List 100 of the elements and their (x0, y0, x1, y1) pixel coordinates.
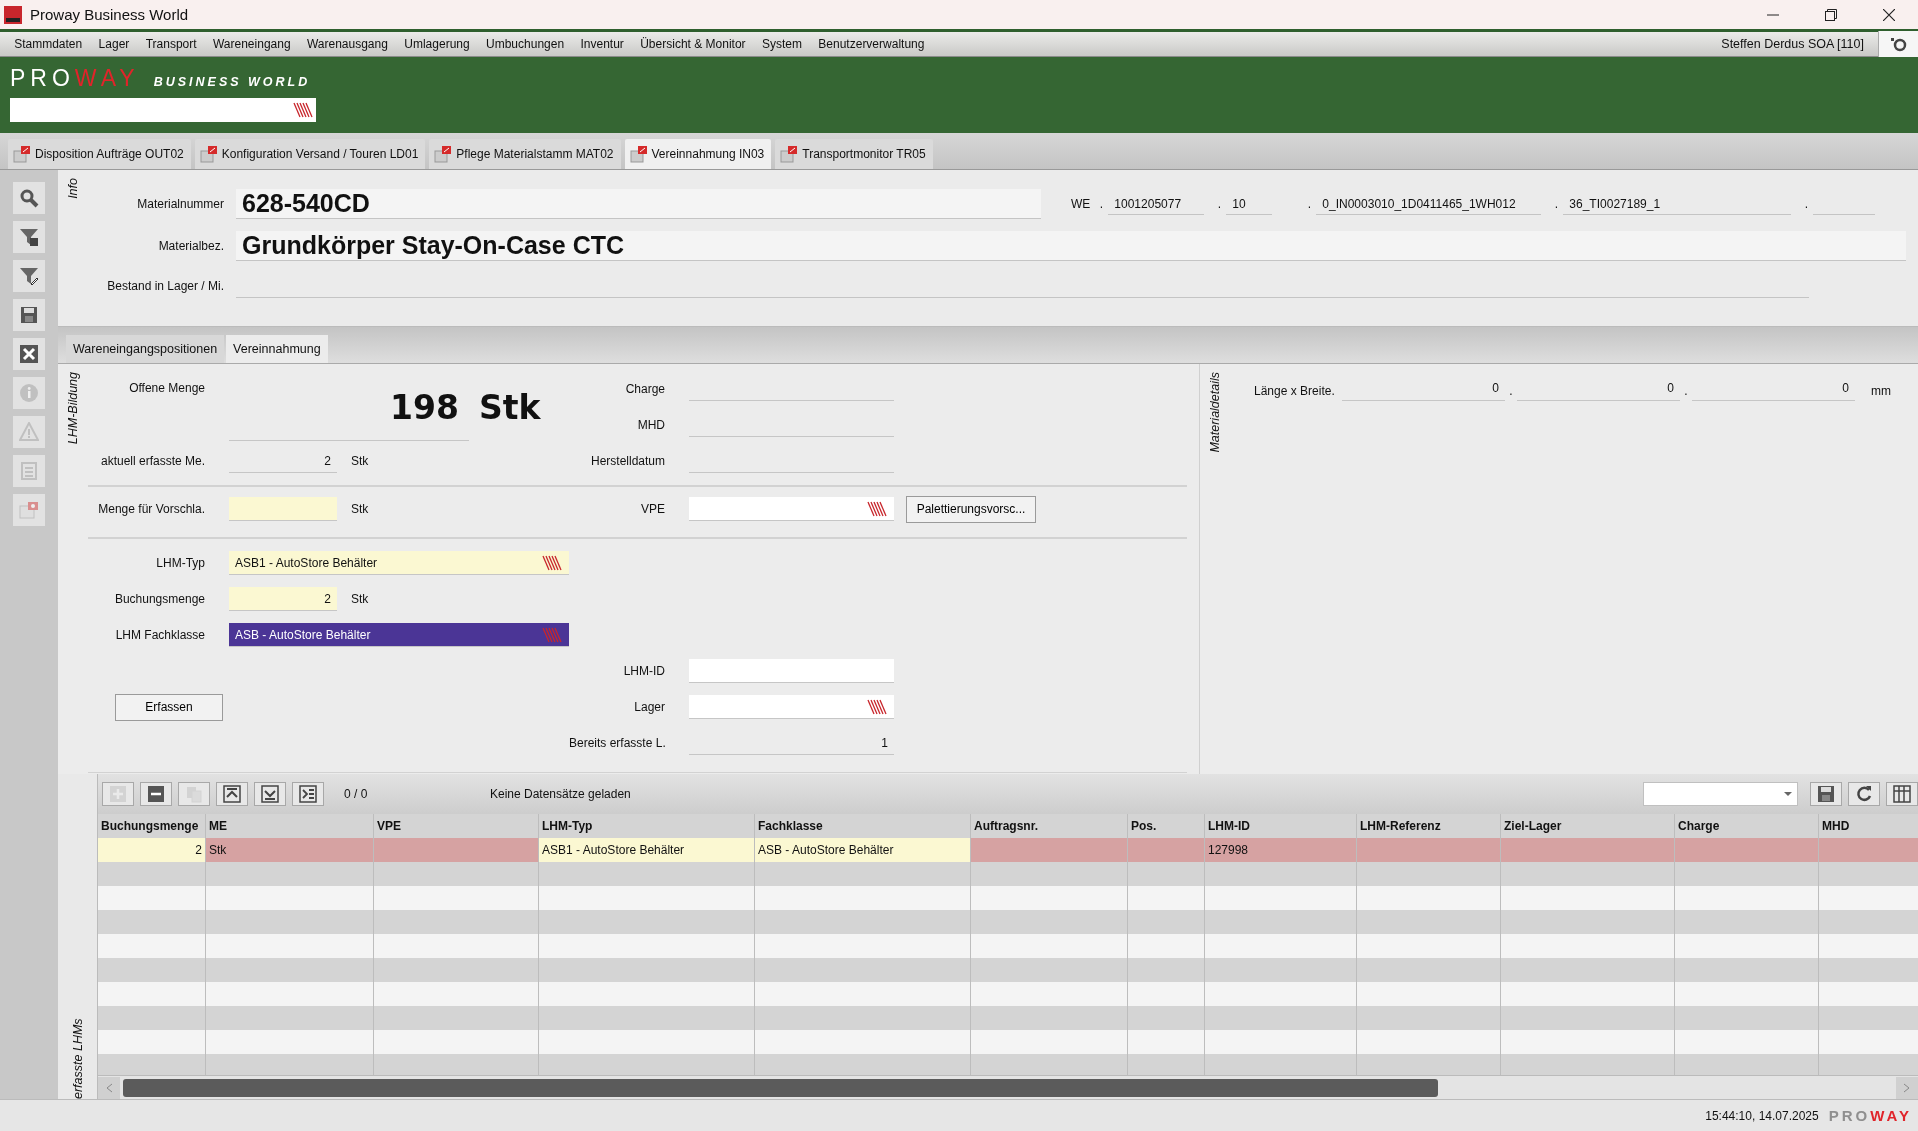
document-tab[interactable]: Pflege Materialstamm MAT02 (429, 139, 621, 169)
menu-item[interactable]: System (753, 37, 811, 51)
document-tab[interactable]: Disposition Aufträge OUT02 (8, 139, 191, 169)
document-tab[interactable]: Vereinnahmung IN03 (624, 139, 772, 169)
toolbar-button[interactable] (13, 338, 45, 370)
logo-text: WAY (74, 65, 140, 92)
pallet-button[interactable]: Palettierungsvorsc... (906, 495, 1036, 523)
toolbar-button[interactable] (1810, 782, 1842, 806)
menu-item[interactable]: Inventur (572, 37, 632, 51)
window-title: Proway Business World (30, 6, 189, 23)
input-field: 1001205077 (1108, 193, 1205, 215)
status-time: 15:44:10, 14.07.2025 (1705, 1108, 1819, 1123)
input-field: 2 (229, 449, 337, 473)
field-label: aktuell erfasste Me. (99, 454, 206, 468)
menu-item[interactable]: Wareneingang (204, 37, 299, 51)
input-field: 0 (1517, 381, 1680, 401)
field-label: Länge x Breite. (1253, 384, 1336, 398)
chevron-right-icon (1903, 1082, 1911, 1093)
close-icon (1883, 8, 1895, 21)
field-label: MHD (636, 418, 666, 432)
section-label: Materialdetails (1208, 372, 1222, 453)
unit-label: Stk (351, 502, 369, 516)
input-field: 1 (689, 731, 894, 755)
field-label: Bereits erfasste L. (569, 736, 667, 750)
toolbar-button[interactable] (1886, 782, 1918, 806)
field-label: Materialnummer (136, 197, 225, 211)
field-label: LHM-Typ (155, 556, 206, 570)
menu-item[interactable]: Lager (90, 37, 138, 51)
field-label: VPE (640, 502, 666, 516)
menu-item[interactable]: Umbuchungen (477, 37, 573, 51)
toolbar-button[interactable] (13, 182, 45, 214)
section-label: erfasste LHMs (70, 1017, 85, 1099)
search-field[interactable] (10, 98, 316, 122)
toolbar-button[interactable] (216, 782, 248, 806)
document-icon (434, 145, 453, 163)
toolbar-button[interactable] (292, 782, 324, 806)
material-number-field: 628-540CD (236, 189, 1041, 219)
document-icon (199, 145, 218, 163)
menu-item[interactable]: Umlagerung (396, 37, 478, 51)
material-name-field: Grundkörper Stay-On-Case CTC (236, 231, 1906, 261)
toolbar-button[interactable] (13, 221, 45, 253)
unit-label: mm (1871, 384, 1891, 398)
document-icon (13, 145, 31, 163)
toolbar-button[interactable] (1848, 782, 1880, 806)
caret-icon (1783, 791, 1793, 797)
separator-text: . (1508, 384, 1514, 398)
dropdown-field[interactable] (689, 695, 894, 719)
section-label: LHM-Bildung (66, 372, 80, 445)
separator-text: . (1098, 197, 1104, 211)
logo-tagline: BUSINESS WORLD (153, 75, 311, 89)
capture-button[interactable]: Erfassen (115, 693, 223, 721)
field-label: Materialbez. (157, 239, 225, 253)
scrollbar[interactable] (98, 1075, 1918, 1099)
section-label: Info (66, 178, 80, 199)
status-message: Keine Datensätze geladen (490, 787, 632, 801)
toolbar-button[interactable] (13, 299, 45, 331)
field-label: LHM Fachklasse (114, 628, 206, 642)
tab[interactable]: Wareneingangspositionen (66, 335, 225, 363)
restore-icon (1825, 8, 1837, 21)
ring-icon (1888, 36, 1909, 52)
table-cell: ASB - AutoStore Behälter (755, 838, 971, 862)
minimize-icon (1767, 13, 1779, 16)
dropdown-field[interactable] (1643, 782, 1798, 806)
toolbar-button[interactable] (140, 782, 172, 806)
input-field: 0 (1692, 381, 1855, 401)
menu-item[interactable]: Übersicht & Monitor (632, 37, 754, 51)
chevron-left-icon (105, 1082, 113, 1093)
dropdown-field[interactable] (689, 497, 894, 521)
logo-text: PRO (1828, 1107, 1871, 1124)
stripes-icon (292, 102, 314, 118)
table-cell: Stk (206, 838, 374, 862)
input-field[interactable]: 2 (229, 587, 337, 611)
table-cell: 127998 (1205, 838, 1357, 862)
input-field: 0 (1342, 381, 1505, 401)
document-tab[interactable]: Konfiguration Versand / Touren LD01 (194, 139, 426, 169)
field-label: LHM-ID (622, 664, 666, 678)
menu-item[interactable]: Benutzerverwaltung (810, 37, 933, 51)
input-field: 0_IN0003010_1D0411465_1WH012 (1316, 193, 1542, 215)
toolbar-button[interactable] (1878, 30, 1918, 58)
record-counter: 0 / 0 (344, 787, 369, 801)
menu-item[interactable]: Transport (137, 37, 205, 51)
field-label: Menge für Vorschla. (97, 502, 206, 516)
input-field: 36_TI0027189_1 (1563, 193, 1792, 215)
menu-item[interactable]: Warenausgang (298, 37, 397, 51)
dropdown-field[interactable]: ASB1 - AutoStore Behälter (229, 551, 569, 575)
unit-label: Stk (351, 454, 369, 468)
toolbar-button[interactable] (13, 260, 45, 292)
input-field[interactable] (229, 497, 337, 521)
logo-text: WAY (1870, 1107, 1912, 1124)
logo-text: PRO (10, 65, 75, 92)
dropdown-field[interactable]: ASB - AutoStore Behälter (229, 623, 569, 647)
toolbar-button[interactable] (254, 782, 286, 806)
unit-label: Stk (351, 592, 369, 606)
tab[interactable]: Vereinnahmung (226, 335, 328, 363)
menu-item[interactable]: Stammdaten (6, 37, 91, 51)
separator-text: . (1216, 197, 1222, 211)
document-tab[interactable]: Transportmonitor TR05 (775, 139, 933, 169)
separator-text: . (1306, 197, 1312, 211)
input-field[interactable] (689, 659, 894, 683)
field-label: Herstelldatum (589, 454, 666, 468)
